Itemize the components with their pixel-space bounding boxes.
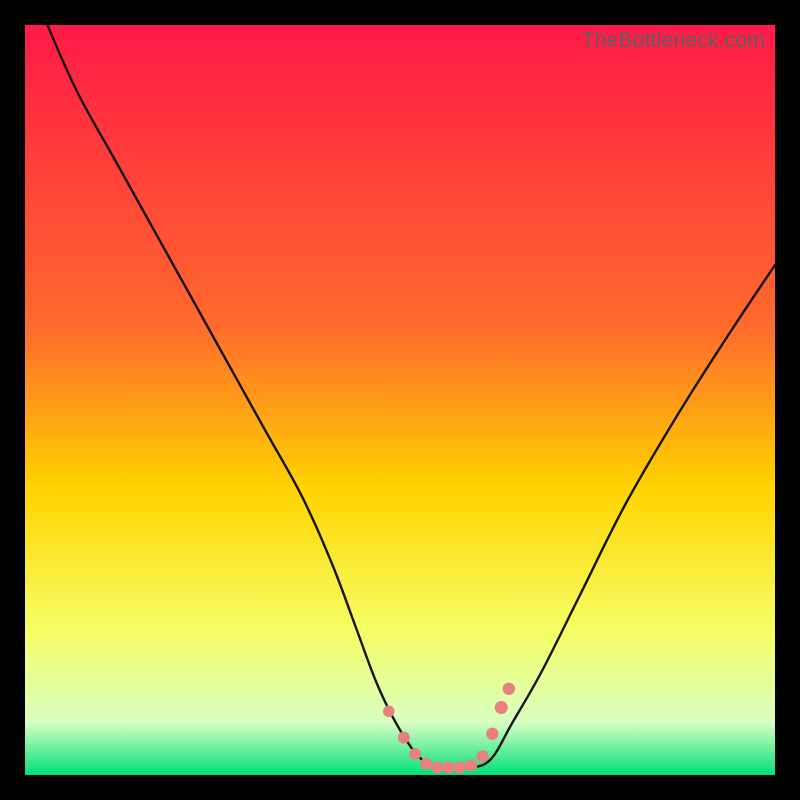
plot-area: TheBottleneck.com [25,25,775,775]
highlight-dot [383,706,395,718]
highlight-dot [431,761,443,773]
chart-frame: TheBottleneck.com [0,0,800,800]
curve-svg [25,25,775,775]
highlight-dot [477,750,489,762]
highlight-dot [409,748,421,760]
highlight-dot [495,701,508,714]
highlight-dot [503,683,515,695]
attribution-label: TheBottleneck.com [582,29,765,53]
highlight-dot [398,732,410,744]
highlight-dot [486,728,498,740]
bottleneck-curve [25,25,775,769]
highlight-markers [383,683,515,774]
highlight-dot [465,759,477,771]
highlight-dot [443,761,455,773]
highlight-dot [420,758,432,770]
highlight-dot [454,761,466,773]
